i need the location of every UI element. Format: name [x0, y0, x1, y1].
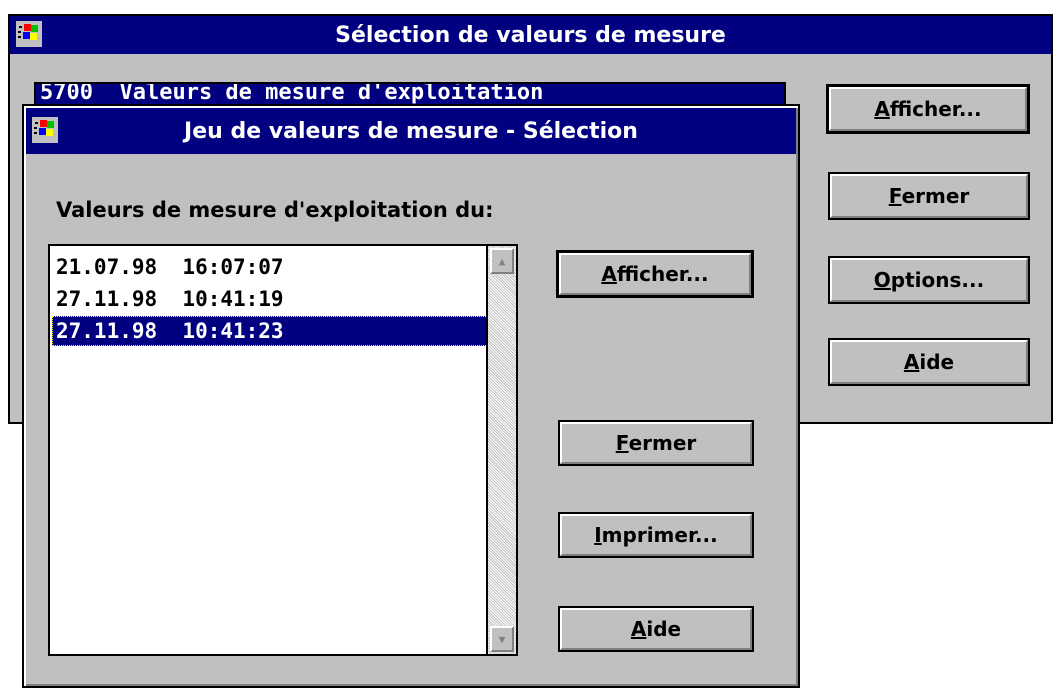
main-options-button[interactable]: Options...: [828, 256, 1030, 304]
aide-label: Aide: [630, 617, 682, 641]
main-aide-button[interactable]: Aide: [828, 338, 1030, 386]
timestamp-listbox[interactable]: 21.07.98 16:07:07 27.11.98 10:41:19 27.1…: [48, 244, 518, 656]
afficher-button[interactable]: Afficher...: [556, 250, 754, 298]
list-item[interactable]: 21.07.98 16:07:07: [52, 252, 484, 282]
main-options-label: Options...: [873, 268, 985, 292]
list-scrollbar[interactable]: ▲ ▼: [486, 246, 516, 654]
combo-value: 5700 Valeurs de mesure d'exploitation: [40, 82, 544, 105]
selection-dialog-title: Jeu de valeurs de mesure - Sélection: [184, 118, 638, 144]
scroll-up-arrow-icon[interactable]: ▲: [490, 248, 514, 274]
main-dialog-title: Sélection de valeurs de mesure: [335, 22, 726, 48]
main-afficher-button[interactable]: Afficher...: [826, 84, 1030, 134]
fermer-button[interactable]: Fermer: [558, 420, 754, 466]
windows-flag-icon[interactable]: [32, 117, 58, 143]
fermer-label: Fermer: [615, 431, 697, 455]
selection-dialog-titlebar[interactable]: Jeu de valeurs de mesure - Sélection: [26, 108, 796, 154]
list-item-selected[interactable]: 27.11.98 10:41:23: [52, 316, 488, 346]
windows-flag-icon[interactable]: [16, 21, 42, 47]
main-fermer-label: Fermer: [888, 184, 970, 208]
main-afficher-label: Afficher...: [874, 97, 982, 121]
selection-dialog: Jeu de valeurs de mesure - Sélection Val…: [22, 104, 800, 688]
main-aide-label: Aide: [903, 350, 955, 374]
main-fermer-button[interactable]: Fermer: [828, 172, 1030, 220]
imprimer-label: Imprimer...: [594, 523, 718, 547]
imprimer-button[interactable]: Imprimer...: [558, 512, 754, 558]
main-dialog-titlebar[interactable]: Sélection de valeurs de mesure: [10, 16, 1051, 54]
list-item[interactable]: 27.11.98 10:41:19: [52, 284, 484, 314]
scroll-down-arrow-icon[interactable]: ▼: [490, 626, 514, 652]
list-label: Valeurs de mesure d'exploitation du:: [56, 198, 494, 222]
afficher-label: Afficher...: [601, 262, 709, 286]
aide-button[interactable]: Aide: [558, 606, 754, 652]
